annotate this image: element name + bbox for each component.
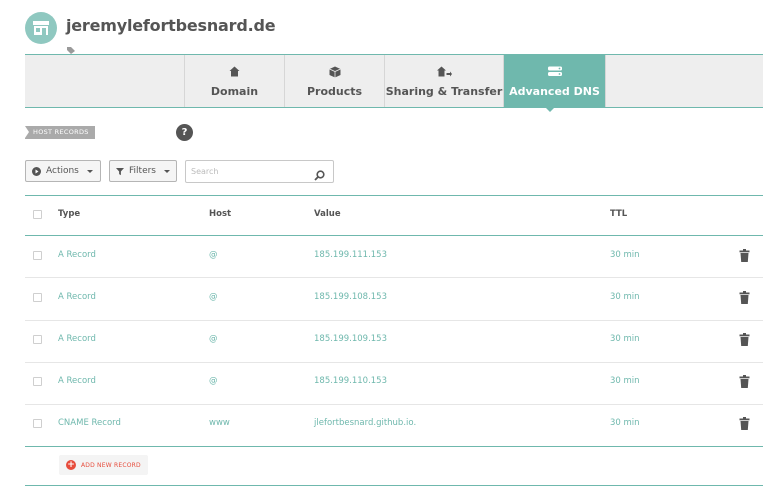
column-header-type[interactable]: Type [58,209,80,219]
tab-label: Products [306,84,363,98]
domain-title: jeremylefortbesnard.de [66,16,276,35]
row-divider [25,362,763,363]
plus-icon: + [66,460,76,470]
add-new-record-label: ADD NEW RECORD [81,461,141,469]
column-header-value[interactable]: Value [314,209,341,219]
record-type[interactable]: CNAME Record [58,418,121,428]
trash-icon[interactable] [739,291,750,304]
record-value[interactable]: jlefortbesnard.github.io. [314,418,416,428]
actions-button[interactable]: Actions [25,160,101,182]
record-host[interactable]: @ [209,250,218,260]
row-divider [25,320,763,321]
row-checkbox[interactable] [33,377,42,386]
column-header-ttl[interactable]: TTL [610,209,627,219]
tab-sharing-transfer[interactable]: Sharing & Transfer [384,55,503,107]
table-rows-bottom-border [25,446,763,447]
record-host[interactable]: @ [209,376,218,386]
record-host[interactable]: @ [209,292,218,302]
record-type[interactable]: A Record [58,250,96,260]
column-header-host[interactable]: Host [209,209,231,219]
record-ttl[interactable]: 30 min [610,334,640,344]
row-checkbox[interactable] [33,293,42,302]
row-checkbox[interactable] [33,335,42,344]
record-ttl[interactable]: 30 min [610,418,640,428]
help-icon[interactable]: ? [176,124,193,141]
box-icon [328,65,341,79]
select-all-checkbox[interactable] [33,210,42,219]
filter-icon [116,167,125,175]
row-divider [25,277,763,278]
tab-products[interactable]: Products [284,55,384,107]
tab-label: Advanced DNS [509,84,600,98]
search-box [185,160,334,183]
row-checkbox[interactable] [33,419,42,428]
trash-icon[interactable] [739,333,750,346]
record-host[interactable]: www [209,418,230,428]
tab-advanced-dns[interactable]: Advanced DNS [503,55,605,107]
actions-label: Actions [46,166,79,176]
home-icon [229,65,240,79]
trash-icon[interactable] [739,417,750,430]
row-divider [25,404,763,405]
filters-button[interactable]: Filters [109,160,177,182]
domain-avatar [25,12,57,44]
record-value[interactable]: 185.199.111.153 [314,250,387,260]
record-type[interactable]: A Record [58,292,96,302]
transfer-icon [436,65,452,79]
table-bottom-border [25,485,763,486]
chevron-down-icon [164,169,170,173]
row-checkbox[interactable] [33,251,42,260]
dns-icon [547,65,563,79]
record-host[interactable]: @ [209,334,218,344]
record-ttl[interactable]: 30 min [610,250,640,260]
store-icon [33,21,49,35]
tab-divider [605,55,606,107]
search-input[interactable] [191,165,301,178]
domain-tab-bar: Domain Products Sharing & Transfer Advan… [25,54,763,108]
play-circle-icon [32,166,41,176]
filters-label: Filters [129,166,156,176]
tab-label: Domain [210,84,259,98]
table-header-border [25,235,763,236]
tab-domain[interactable]: Domain [184,55,284,107]
section-label: HOST RECORDS [25,126,95,139]
add-new-record-button[interactable]: + ADD NEW RECORD [59,455,148,475]
record-type[interactable]: A Record [58,334,96,344]
record-ttl[interactable]: 30 min [610,376,640,386]
record-value[interactable]: 185.199.108.153 [314,292,387,302]
tab-label: Sharing & Transfer [385,84,503,98]
record-type[interactable]: A Record [58,376,96,386]
chevron-down-icon [86,169,93,173]
trash-icon[interactable] [739,249,750,262]
record-ttl[interactable]: 30 min [610,292,640,302]
record-value[interactable]: 185.199.110.153 [314,376,387,386]
search-icon[interactable] [314,166,325,185]
active-tab-pointer [543,105,557,112]
record-value[interactable]: 185.199.109.153 [314,334,387,344]
trash-icon[interactable] [739,375,750,388]
table-top-border [25,195,763,196]
